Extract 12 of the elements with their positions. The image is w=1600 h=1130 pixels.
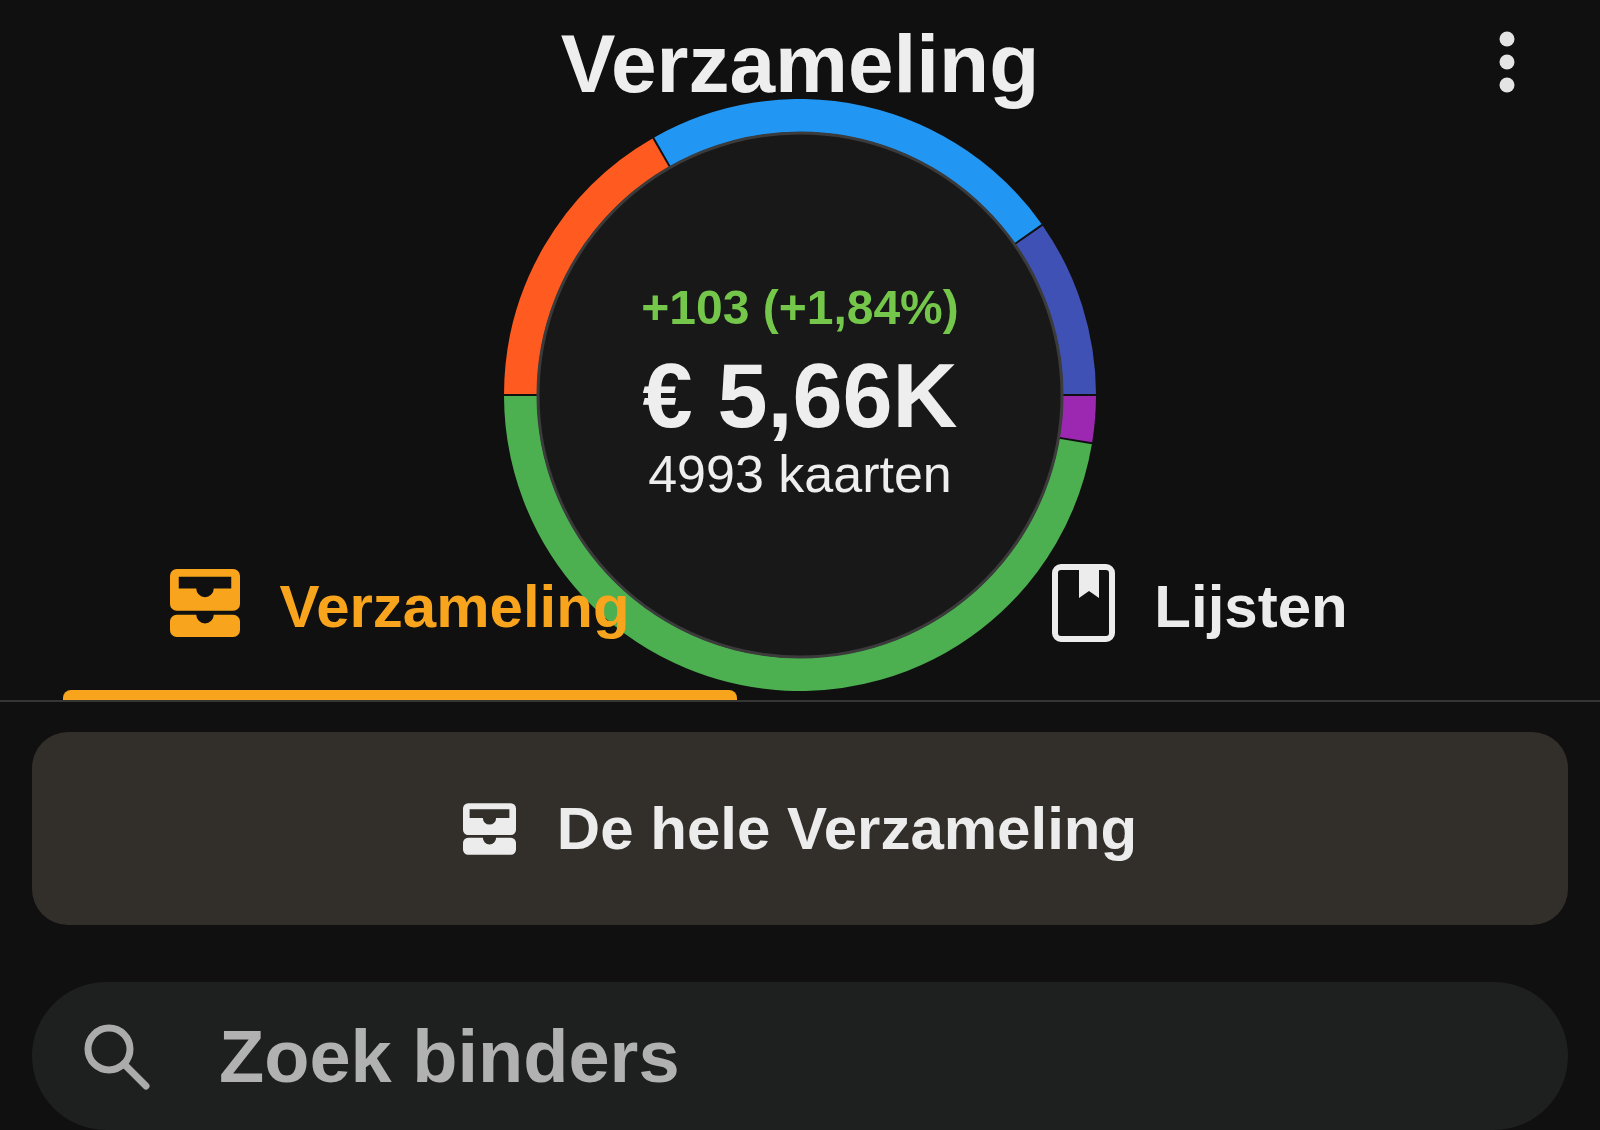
tab[interactable]: Lijsten <box>800 559 1600 700</box>
book-icon <box>1052 564 1116 642</box>
total-value: € 5,66K <box>642 348 958 444</box>
page-title: Verzameling <box>560 18 1040 110</box>
search-input[interactable]: Zoek binders <box>219 1008 1568 1104</box>
collection-button[interactable]: De hele Verzameling <box>32 732 1568 925</box>
drawer-icon <box>170 568 241 638</box>
more-icon[interactable] <box>1499 31 1515 93</box>
change-text: +103 (+1,84%) <box>641 280 959 336</box>
search-field[interactable]: Zoek binders <box>32 982 1568 1130</box>
drawer-icon <box>462 802 516 855</box>
card-count: 4993 kaarten <box>648 444 952 504</box>
